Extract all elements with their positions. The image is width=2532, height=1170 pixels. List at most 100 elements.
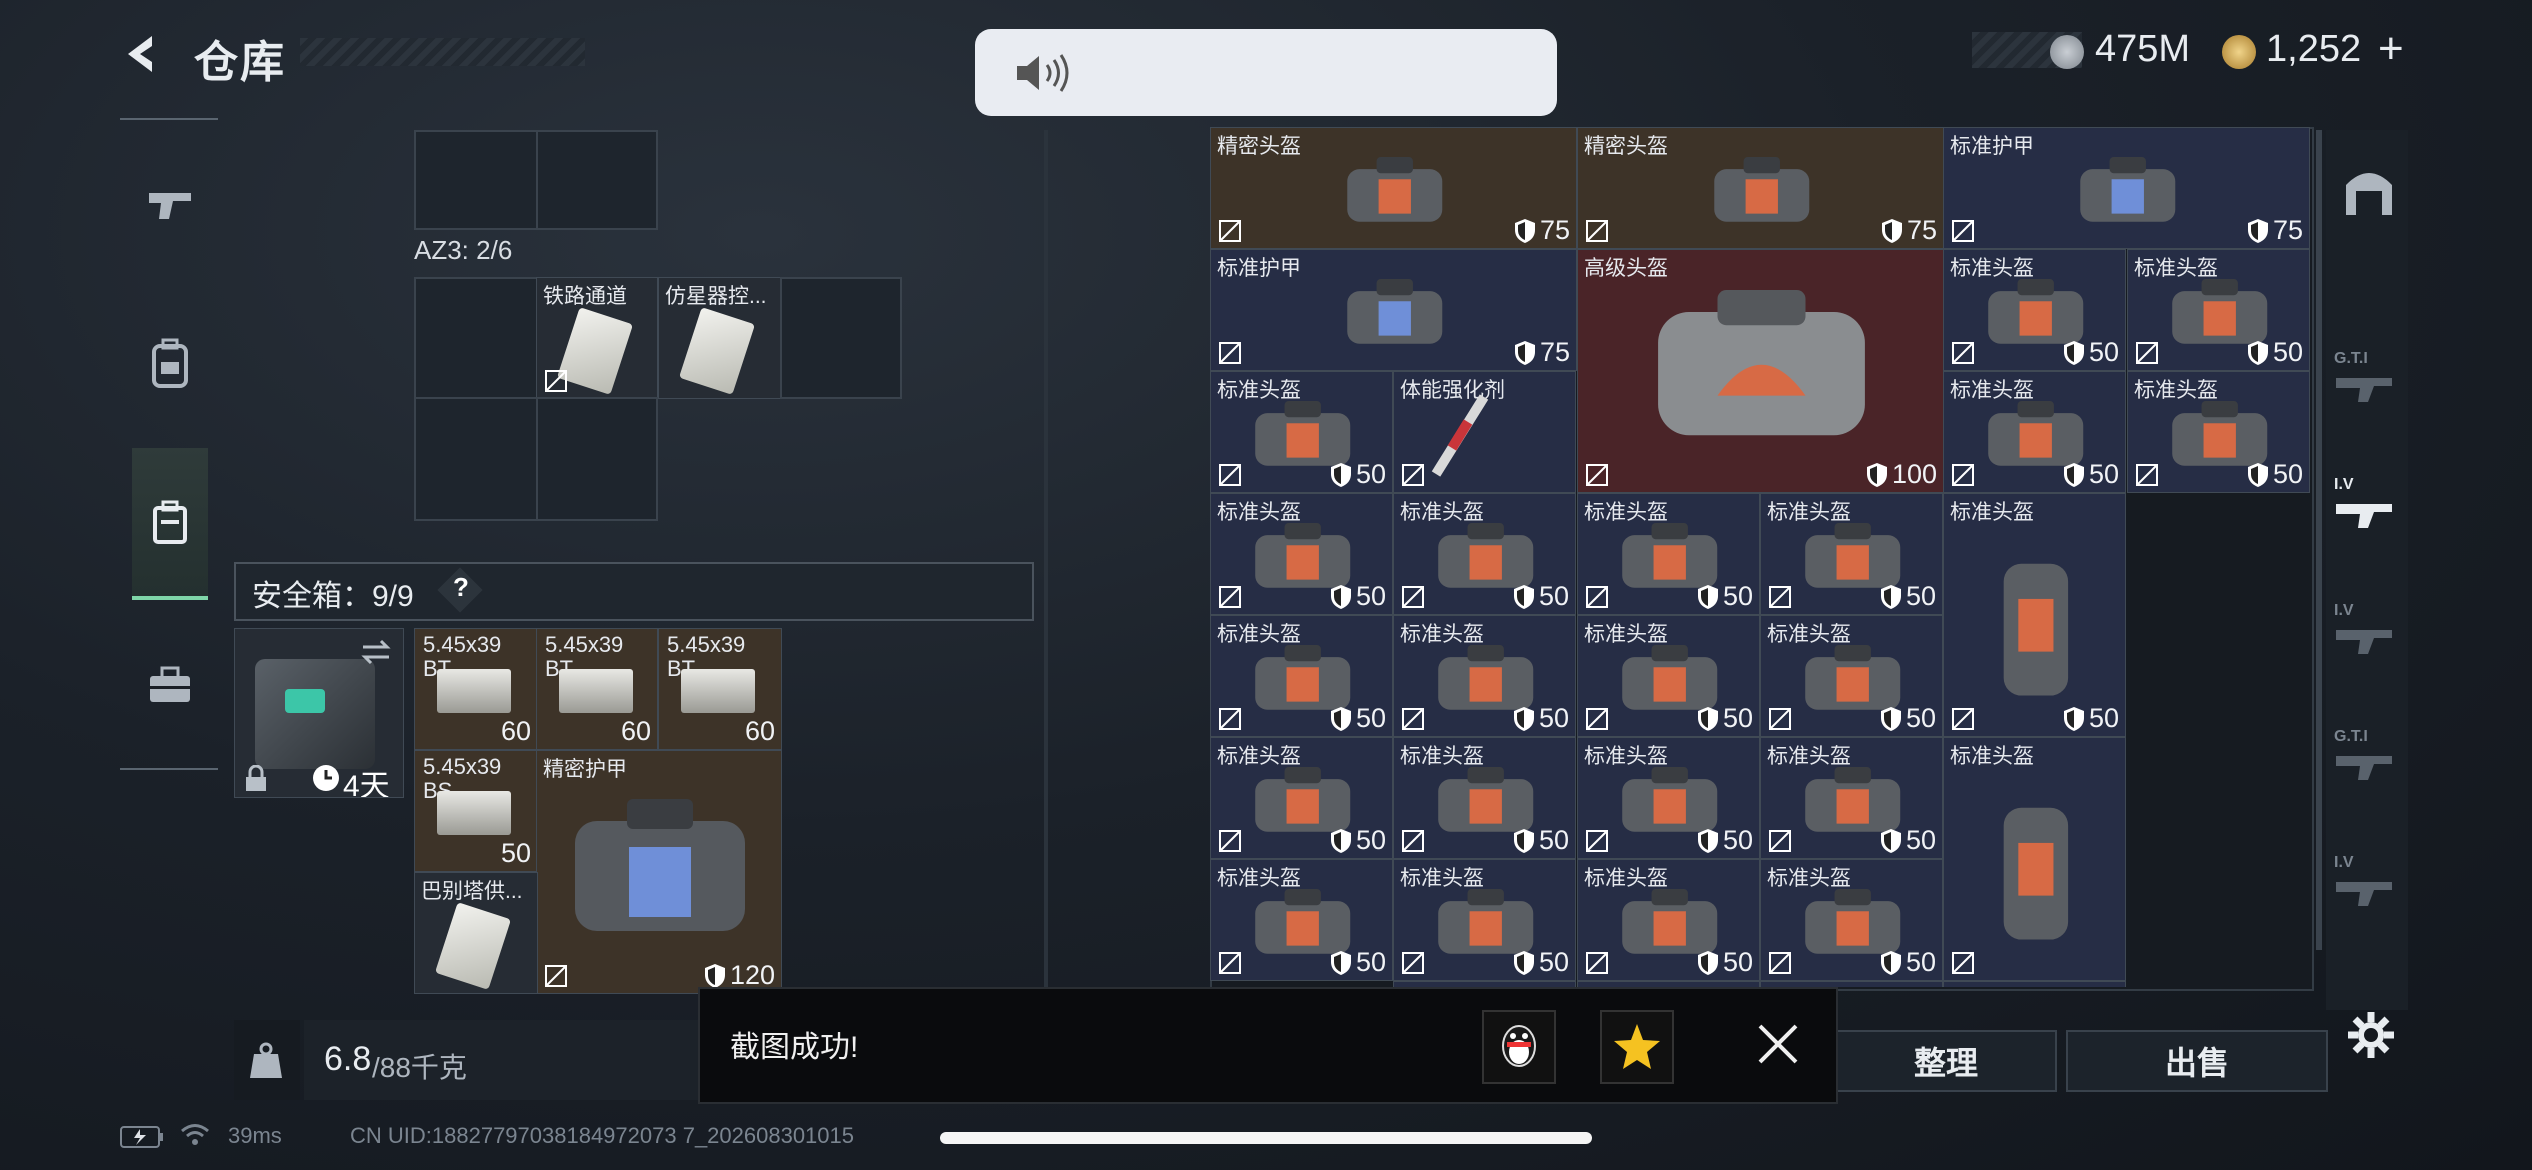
- tab-toolbox[interactable]: [130, 630, 210, 740]
- stash-item[interactable]: 标准头盔 50: [1210, 371, 1393, 493]
- tab-divider: [120, 118, 218, 120]
- item-value-text: 50: [1355, 947, 1386, 977]
- stash-item[interactable]: 标准护甲 75: [1210, 249, 1577, 371]
- loadout-slot[interactable]: G.T.I: [2334, 350, 2400, 420]
- no-insure-icon: [1402, 586, 1424, 608]
- ammo-slot[interactable]: 5.45x39 BT 60: [658, 628, 782, 750]
- stash-item[interactable]: 标准头盔 50: [1760, 859, 1943, 981]
- item-value-text: 50: [1355, 581, 1386, 611]
- loadout-slot[interactable]: I.V: [2334, 476, 2400, 546]
- tab-safebox[interactable]: [132, 448, 208, 600]
- item-value-text: 50: [1722, 825, 1753, 855]
- qq-share-button[interactable]: [1482, 1010, 1556, 1084]
- voice-chat-bar[interactable]: [975, 29, 1557, 116]
- tab-weapons[interactable]: [130, 150, 210, 260]
- loadout-slot[interactable]: I.V: [2334, 602, 2400, 672]
- item-name: 标准头盔: [1950, 745, 2034, 768]
- stash-item[interactable]: 标准头盔 50: [1210, 737, 1393, 859]
- coin-amount: 475M: [2095, 28, 2191, 70]
- stash-item[interactable]: 标准头盔 50: [1577, 615, 1760, 737]
- stash-item[interactable]: 感知强化剂: [1943, 981, 2126, 987]
- stash-item[interactable]: 标准头盔 50: [1577, 493, 1760, 615]
- item-value-text: 75: [1539, 337, 1570, 367]
- shield-icon: [1330, 706, 1351, 731]
- empty-slot[interactable]: [536, 397, 658, 521]
- item-value: 50: [1880, 581, 1936, 612]
- stash-item[interactable]: 标准头盔 50: [1393, 859, 1576, 981]
- empty-slot[interactable]: [780, 277, 902, 399]
- bond-icon: [2222, 35, 2256, 69]
- stash-item[interactable]: 标准护甲 75: [1943, 127, 2310, 249]
- stash-item[interactable]: 标准头盔 50: [1760, 615, 1943, 737]
- stash-item[interactable]: 标准头盔 50: [1760, 493, 1943, 615]
- ammo-slot[interactable]: 5.45x39 BT 60: [536, 628, 658, 750]
- stash-icon[interactable]: [2342, 165, 2396, 219]
- stash-item[interactable]: 标准头盔 50: [1943, 493, 2126, 737]
- speaker-icon[interactable]: [1013, 51, 1075, 95]
- item-value: 50: [2247, 337, 2303, 368]
- ammo-slot[interactable]: 5.45x39 BS 50: [414, 750, 538, 872]
- shield-icon: [2247, 218, 2268, 243]
- home-indicator[interactable]: [940, 1132, 1592, 1144]
- stash-item[interactable]: 标准头盔 50: [1210, 493, 1393, 615]
- swap-icon[interactable]: [359, 637, 393, 667]
- item-name: 感知强化剂: [1950, 984, 2055, 987]
- stash-item[interactable]: 体能强化剂: [1393, 371, 1576, 493]
- tab-backpack[interactable]: [130, 308, 210, 418]
- stash-item[interactable]: 标准头盔 50: [1210, 615, 1393, 737]
- loadout-tier-label: G.T.I: [2334, 350, 2368, 367]
- item-value-text: 50: [1905, 947, 1936, 977]
- item-slot[interactable]: 巴别塔供...: [414, 872, 538, 994]
- helmet-bag-image: [2003, 563, 2068, 696]
- shield-icon: [1697, 828, 1718, 853]
- ammo-slot[interactable]: 5.45x39 BT 60: [414, 628, 538, 750]
- stash-item[interactable]: 标准头盔 50: [1210, 859, 1393, 981]
- stash-item[interactable]: 标准头盔 50: [1393, 493, 1576, 615]
- armor-slot[interactable]: 精密护甲 120: [536, 750, 782, 994]
- stash-item[interactable]: 标准头盔: [1943, 737, 2126, 981]
- stash-item[interactable]: 标准头盔 50: [1760, 737, 1943, 859]
- back-arrow-icon[interactable]: [118, 30, 166, 78]
- no-insure-icon: [1219, 952, 1241, 974]
- stash-item[interactable]: 标准头盔 50: [1577, 859, 1760, 981]
- stash-item[interactable]: 高级头盔 100: [1577, 249, 1944, 493]
- stash-item[interactable]: 标准头盔 50: [1393, 737, 1576, 859]
- empty-slot[interactable]: [536, 130, 658, 230]
- close-icon[interactable]: [1756, 1022, 1800, 1066]
- item-value: 50: [1697, 947, 1753, 978]
- case-icon: [153, 500, 187, 544]
- stash-item[interactable]: 标准头盔 50: [1393, 615, 1576, 737]
- stash-item[interactable]: 标准头盔 50: [1943, 371, 2126, 493]
- item-slot[interactable]: 仿星器控...: [658, 277, 782, 399]
- shield-icon: [1514, 218, 1535, 243]
- help-icon[interactable]: ?: [453, 572, 469, 603]
- stash-item[interactable]: 精密头盔 75: [1577, 127, 1944, 249]
- stash-item[interactable]: 标准头盔 50: [1943, 249, 2126, 371]
- stash-item[interactable]: 精密头盔 75: [1210, 127, 1577, 249]
- shield-icon: [704, 963, 725, 988]
- qzone-share-button[interactable]: [1600, 1010, 1674, 1084]
- weight-current: 6.8: [324, 1040, 372, 1078]
- stash-item[interactable]: 标准头盔 50: [1577, 737, 1760, 859]
- safe-box-slot[interactable]: 4天: [234, 628, 404, 798]
- no-insure-icon: [545, 965, 567, 987]
- settings-gear-icon[interactable]: [2346, 1010, 2396, 1060]
- stash-scrollbar[interactable]: [2316, 130, 2322, 950]
- sort-button[interactable]: 整理: [1835, 1030, 2057, 1092]
- empty-slot[interactable]: [414, 277, 538, 399]
- item-value-text: 50: [1905, 581, 1936, 611]
- empty-slot[interactable]: [414, 130, 538, 230]
- stash-item[interactable]: 标准头盔 50: [2127, 249, 2310, 371]
- no-insure-icon: [1219, 708, 1241, 730]
- stash-item[interactable]: 标准头盔 50: [2127, 371, 2310, 493]
- loadout-slot[interactable]: G.T.I: [2334, 728, 2400, 798]
- tab-divider: [120, 768, 218, 770]
- loadout-slot[interactable]: I.V: [2334, 854, 2400, 924]
- add-currency-button[interactable]: +: [2378, 24, 2404, 74]
- sell-button[interactable]: 出售: [2066, 1030, 2328, 1092]
- empty-slot[interactable]: [414, 397, 538, 521]
- ammo-count: 60: [744, 716, 775, 746]
- item-slot[interactable]: 铁路通道: [536, 277, 658, 399]
- safe-box-image: [255, 659, 375, 769]
- item-value: 50: [1330, 947, 1386, 978]
